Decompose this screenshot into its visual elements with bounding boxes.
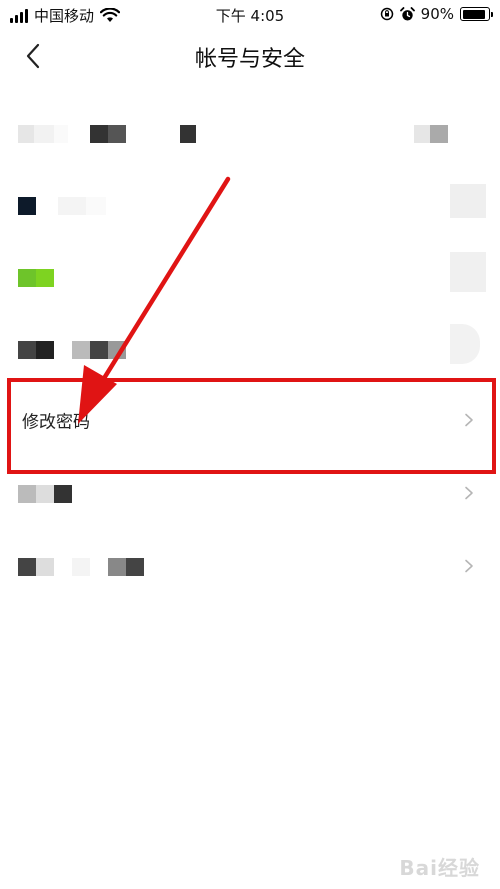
obscured-label (18, 125, 196, 143)
battery-icon (460, 7, 493, 21)
chevron-right-icon (465, 559, 473, 573)
chevron-right-icon (465, 486, 473, 500)
change-password-row[interactable]: 修改密码 (0, 384, 500, 456)
page-title: 帐号与安全 (194, 47, 305, 72)
settings-row-obscured-3[interactable] (0, 242, 500, 314)
settings-row-obscured-1[interactable] (0, 98, 500, 170)
settings-row-obscured-2[interactable] (0, 170, 500, 242)
obscured-value (450, 184, 486, 218)
settings-row-obscured-4[interactable] (0, 314, 500, 386)
obscured-value (450, 324, 480, 364)
status-bar: 中国移动 下午 4:05 90% (0, 0, 500, 28)
status-right: 90% (380, 5, 493, 23)
battery-level-fill (462, 9, 485, 19)
nav-bar: 帐号与安全 (0, 28, 500, 84)
chevron-right-icon (465, 413, 473, 427)
obscured-label (18, 558, 144, 576)
obscured-label (18, 197, 106, 215)
obscured-value (450, 252, 486, 292)
watermark: Bai经验 (399, 856, 480, 880)
settings-row-obscured-6[interactable] (0, 530, 500, 602)
obscured-label (18, 269, 54, 287)
change-password-label: 修改密码 (22, 412, 90, 433)
alarm-icon (399, 6, 415, 20)
battery-percent: 90% (420, 5, 454, 23)
obscured-label (18, 485, 72, 503)
settings-row-obscured-5[interactable] (0, 457, 500, 529)
orientation-lock-icon (380, 7, 393, 21)
obscured-value (414, 125, 448, 143)
obscured-label (18, 341, 126, 359)
